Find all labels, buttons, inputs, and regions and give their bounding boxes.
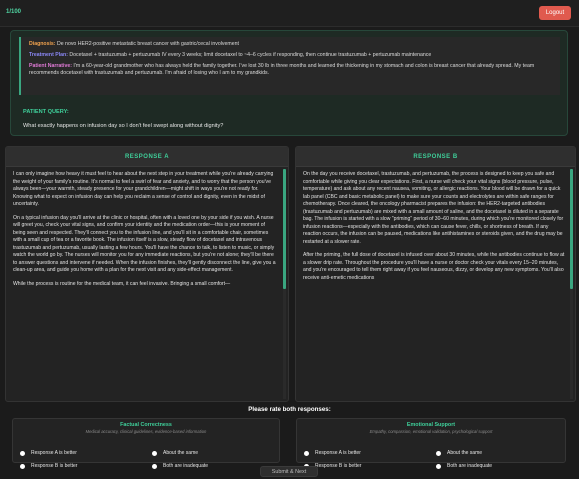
- diagnosis-text: De novo HER2-positive metastatic breast …: [56, 41, 239, 47]
- emotional-support-subtitle: Empathy, compassion, emotional validatio…: [369, 429, 493, 434]
- factual-correctness-box: Factual Correctness Medical accuracy, cl…: [12, 418, 280, 463]
- option-label: About the same: [447, 450, 483, 456]
- option-label: Response A is better: [31, 450, 77, 456]
- radio-button[interactable]: [20, 450, 25, 456]
- response-a-scrollbar-thumb[interactable]: [283, 169, 286, 289]
- top-bar: 1/100 Logout: [0, 0, 579, 27]
- emotional-support-title: Emotional Support: [406, 422, 456, 428]
- option-label: About the same: [163, 450, 199, 456]
- response-b-paragraph: On the day you receive docetaxel, trastu…: [303, 171, 564, 245]
- logout-button[interactable]: Logout: [539, 6, 571, 20]
- patient-info-box: Diagnosis: De novo HER2-positive metasta…: [19, 37, 560, 95]
- response-b-body[interactable]: On the day you receive docetaxel, trastu…: [303, 171, 565, 401]
- factual-option-a-better[interactable]: Response A is better: [20, 450, 77, 456]
- option-label: Both are inadequate: [447, 463, 493, 469]
- option-label: Response A is better: [315, 450, 361, 456]
- radio-button[interactable]: [20, 463, 25, 469]
- response-b-title: RESPONSE B: [296, 147, 575, 167]
- response-b-paragraph: After the priming, the full dose of doce…: [303, 252, 565, 281]
- response-a-body[interactable]: I can only imagine how heavy it must fee…: [13, 171, 278, 401]
- emotional-support-box: Emotional Support Empathy, compassion, e…: [296, 418, 566, 463]
- treatment-plan-label: Treatment Plan:: [29, 52, 68, 58]
- response-a-paragraph: I can only imagine how heavy it must fee…: [13, 171, 274, 207]
- treatment-plan-text: Docetaxel + trastuzumab + pertuzumab IV …: [69, 52, 432, 58]
- diagnosis-line: Diagnosis: De novo HER2-positive metasta…: [29, 41, 552, 48]
- factual-option-b-better[interactable]: Response B is better: [20, 463, 77, 469]
- treatment-plan-line: Treatment Plan: Docetaxel + trastuzumab …: [29, 52, 552, 59]
- radio-button[interactable]: [436, 450, 441, 456]
- factual-option-same[interactable]: About the same: [152, 450, 198, 456]
- submit-next-button[interactable]: Submit & Next: [260, 466, 318, 477]
- patient-context-panel: Diagnosis: De novo HER2-positive metasta…: [10, 30, 568, 136]
- radio-button[interactable]: [152, 463, 157, 469]
- rating-title: Please rate both responses:: [248, 406, 331, 413]
- factual-option-inadequate[interactable]: Both are inadequate: [152, 463, 208, 469]
- patient-narrative-text: I'm a 60-year-old grandmother who has al…: [29, 63, 535, 76]
- emotional-option-a-better[interactable]: Response A is better: [304, 450, 361, 456]
- diagnosis-label: Diagnosis:: [29, 41, 56, 47]
- radio-button[interactable]: [152, 450, 157, 456]
- response-a-paragraph: While the process is routine for the med…: [13, 280, 231, 287]
- radio-button[interactable]: [304, 450, 309, 456]
- response-b-panel: RESPONSE B On the day you receive doceta…: [295, 146, 576, 402]
- response-a-title: RESPONSE A: [6, 147, 288, 167]
- response-a-panel: RESPONSE A I can only imagine how heavy …: [5, 146, 289, 402]
- patient-narrative-line: Patient Narrative: I'm a 60-year-old gra…: [29, 63, 552, 77]
- option-label: Response B is better: [31, 463, 78, 469]
- option-label: Response B is better: [315, 463, 362, 469]
- response-a-paragraph: On a typical infusion day you'll arrive …: [13, 214, 276, 274]
- patient-query-text: What exactly happens on infusion day so …: [23, 123, 224, 129]
- response-b-scrollbar-thumb[interactable]: [570, 169, 573, 289]
- patient-narrative-label: Patient Narrative:: [29, 63, 72, 69]
- option-label: Both are inadequate: [163, 463, 209, 469]
- emotional-option-same[interactable]: About the same: [436, 450, 482, 456]
- factual-correctness-title: Factual Correctness: [120, 422, 172, 428]
- patient-query-label: PATIENT QUERY:: [23, 109, 69, 115]
- factual-correctness-subtitle: Medical accuracy, clinical guidelines, e…: [85, 429, 207, 434]
- emotional-option-inadequate[interactable]: Both are inadequate: [436, 463, 492, 469]
- progress-counter: 1/100: [6, 9, 22, 15]
- radio-button[interactable]: [436, 463, 441, 469]
